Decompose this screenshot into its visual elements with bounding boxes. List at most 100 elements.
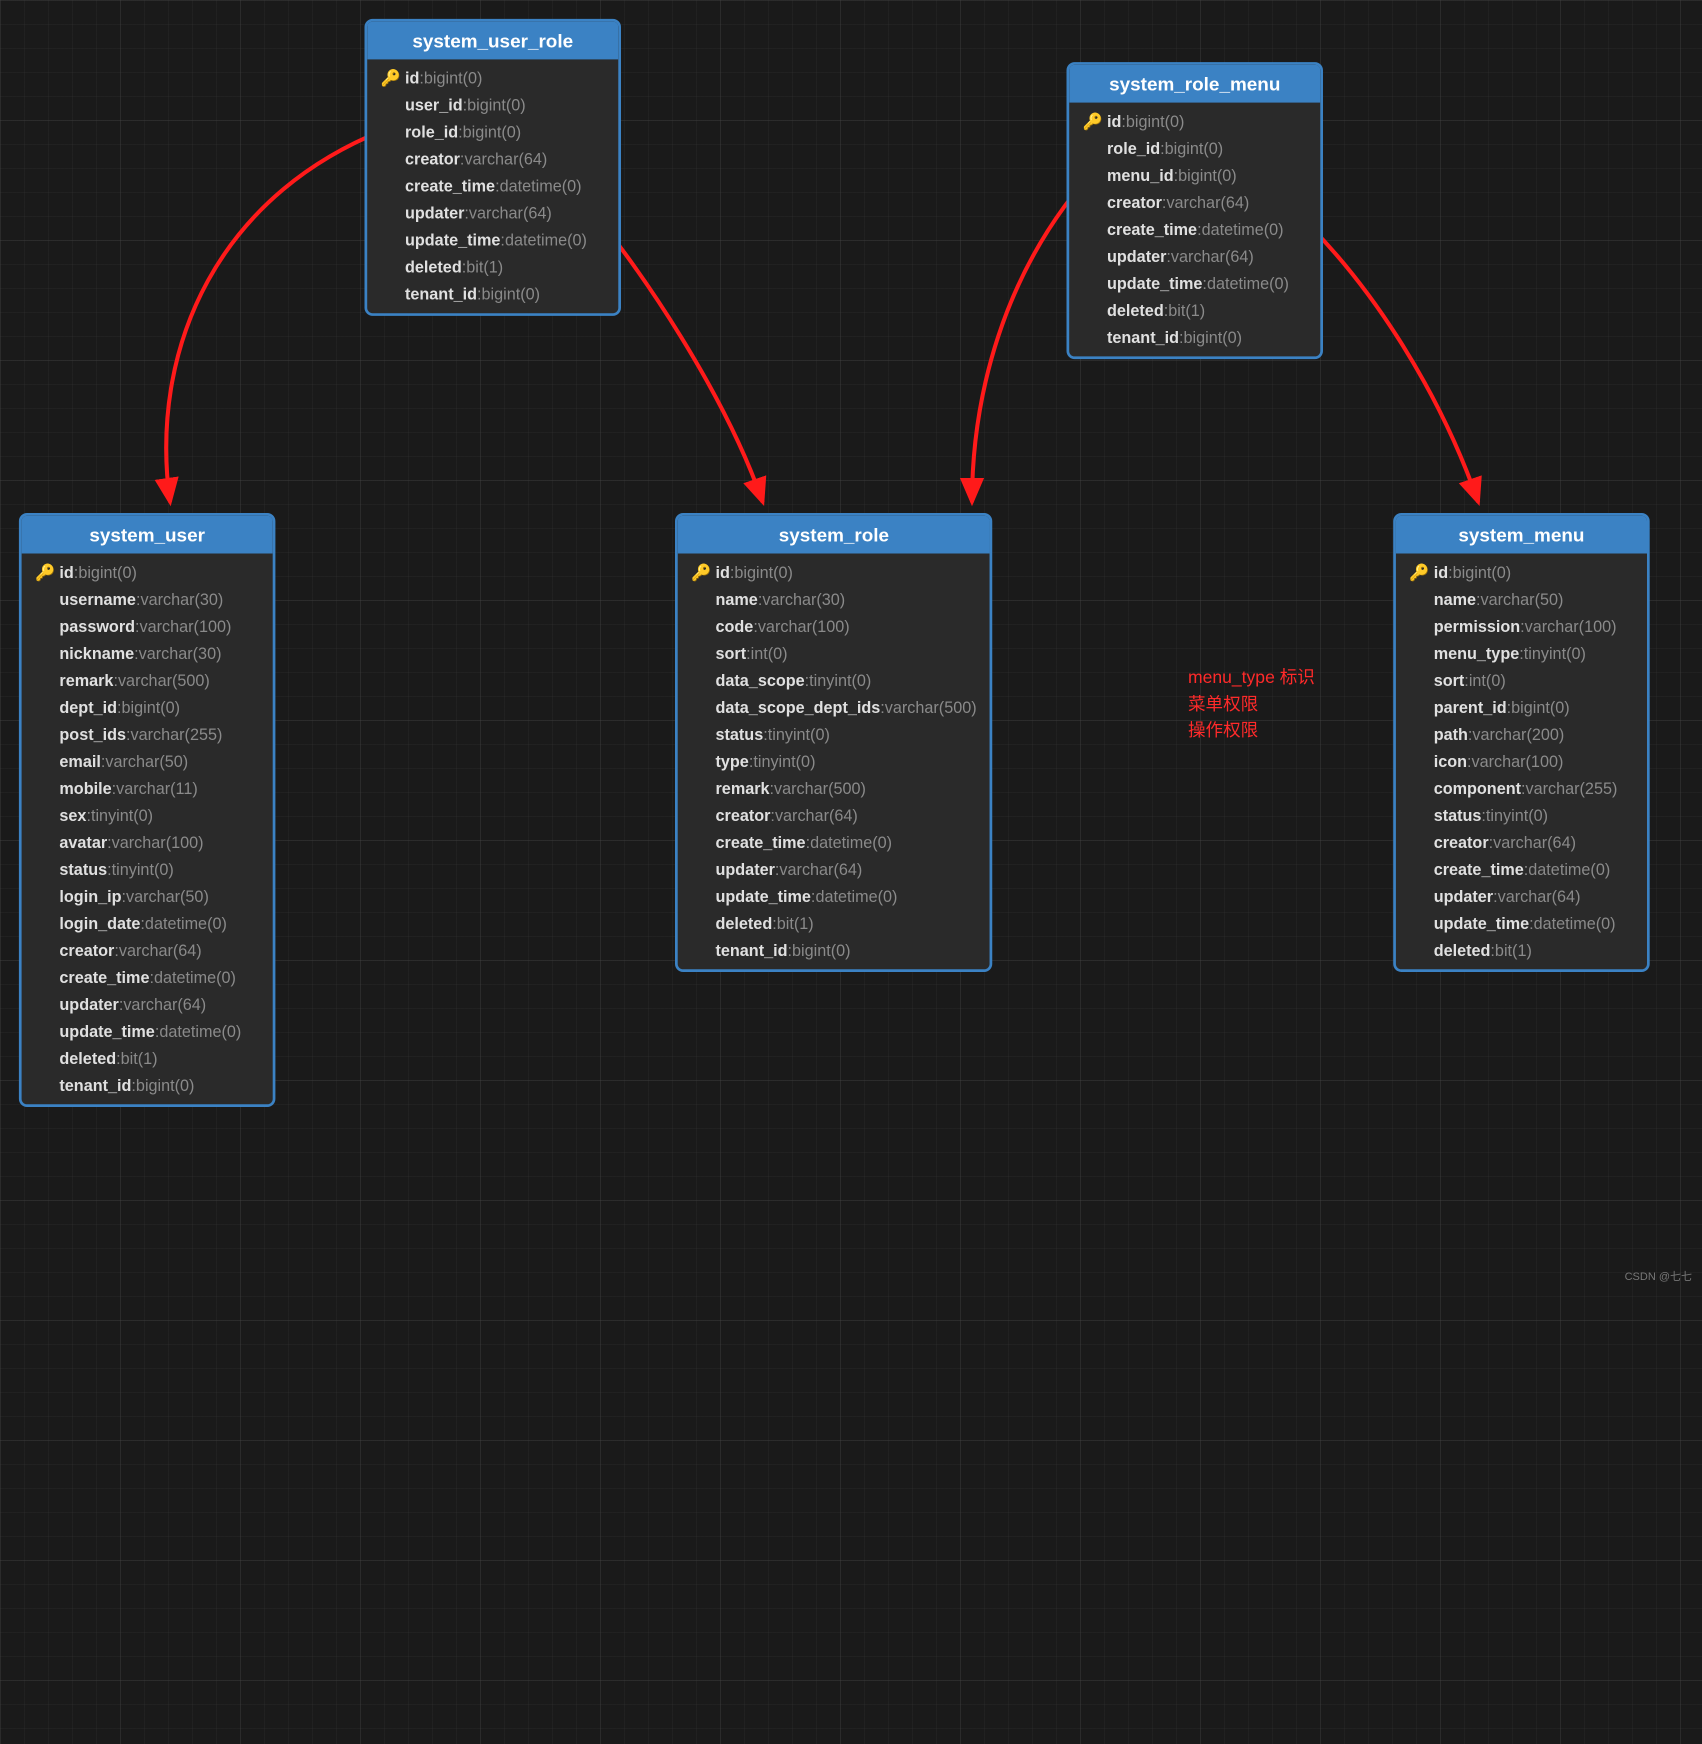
table-field[interactable]: data_scope_dept_ids: varchar(500): [678, 694, 990, 721]
table-field[interactable]: updater: varchar(64): [22, 991, 273, 1018]
field-name: creator: [59, 941, 114, 960]
table-field[interactable]: sort: int(0): [678, 640, 990, 667]
field-type: datetime(0): [1202, 220, 1284, 239]
table-field[interactable]: status: tinyint(0): [678, 721, 990, 748]
table-field[interactable]: remark: varchar(500): [22, 667, 273, 694]
table-field[interactable]: component: varchar(255): [1396, 775, 1647, 802]
diagram-canvas: system_user_role 🔑id: bigint(0)user_id: …: [0, 0, 1702, 1744]
field-name: id: [1107, 112, 1121, 131]
table-field[interactable]: deleted: bit(1): [367, 254, 618, 281]
table-field[interactable]: status: tinyint(0): [1396, 802, 1647, 829]
table-field[interactable]: deleted: bit(1): [1396, 937, 1647, 964]
table-field[interactable]: sort: int(0): [1396, 667, 1647, 694]
table-system-role[interactable]: system_role 🔑id: bigint(0)name: varchar(…: [675, 513, 993, 972]
table-field[interactable]: menu_id: bigint(0): [1069, 162, 1320, 189]
field-name: updater: [59, 995, 118, 1014]
field-type: datetime(0): [1528, 860, 1610, 879]
table-field[interactable]: mobile: varchar(11): [22, 775, 273, 802]
table-field[interactable]: parent_id: bigint(0): [1396, 694, 1647, 721]
field-type: bigint(0): [1511, 698, 1570, 717]
field-name: tenant_id: [716, 941, 788, 960]
field-type: int(0): [751, 644, 788, 663]
table-field[interactable]: creator: varchar(64): [367, 146, 618, 173]
table-field[interactable]: name: varchar(30): [678, 586, 990, 613]
table-system-user[interactable]: system_user 🔑id: bigint(0)username: varc…: [19, 513, 276, 1107]
field-name: name: [1434, 590, 1476, 609]
table-field[interactable]: 🔑id: bigint(0): [678, 559, 990, 586]
table-field[interactable]: create_time: datetime(0): [1396, 856, 1647, 883]
table-field[interactable]: tenant_id: bigint(0): [678, 937, 990, 964]
table-field[interactable]: login_ip: varchar(50): [22, 883, 273, 910]
field-name: deleted: [1434, 941, 1491, 960]
table-field[interactable]: code: varchar(100): [678, 613, 990, 640]
table-field[interactable]: updater: varchar(64): [367, 200, 618, 227]
table-field[interactable]: create_time: datetime(0): [678, 829, 990, 856]
table-field[interactable]: dept_id: bigint(0): [22, 694, 273, 721]
field-name: login_date: [59, 914, 140, 933]
table-field[interactable]: email: varchar(50): [22, 748, 273, 775]
table-field[interactable]: updater: varchar(64): [1396, 883, 1647, 910]
field-type: tinyint(0): [753, 752, 815, 771]
table-field[interactable]: update_time: datetime(0): [367, 227, 618, 254]
annotation-line: 菜单权限: [1188, 691, 1315, 717]
field-name: creator: [405, 150, 460, 169]
table-field[interactable]: password: varchar(100): [22, 613, 273, 640]
table-field[interactable]: updater: varchar(64): [1069, 243, 1320, 270]
table-field[interactable]: create_time: datetime(0): [22, 964, 273, 991]
table-field[interactable]: role_id: bigint(0): [367, 119, 618, 146]
table-system-user-role[interactable]: system_user_role 🔑id: bigint(0)user_id: …: [365, 19, 622, 316]
table-field[interactable]: path: varchar(200): [1396, 721, 1647, 748]
table-field[interactable]: data_scope: tinyint(0): [678, 667, 990, 694]
field-name: sort: [716, 644, 747, 663]
field-name: icon: [1434, 752, 1467, 771]
table-field[interactable]: post_ids: varchar(255): [22, 721, 273, 748]
field-type: varchar(500): [774, 779, 866, 798]
field-type: bigint(0): [424, 69, 483, 88]
table-field[interactable]: tenant_id: bigint(0): [367, 281, 618, 308]
table-field[interactable]: creator: varchar(64): [678, 802, 990, 829]
table-field[interactable]: creator: varchar(64): [1396, 829, 1647, 856]
table-field[interactable]: update_time: datetime(0): [1396, 910, 1647, 937]
table-field[interactable]: avatar: varchar(100): [22, 829, 273, 856]
table-field[interactable]: menu_type: tinyint(0): [1396, 640, 1647, 667]
table-field[interactable]: name: varchar(50): [1396, 586, 1647, 613]
table-field[interactable]: tenant_id: bigint(0): [22, 1072, 273, 1099]
table-field[interactable]: updater: varchar(64): [678, 856, 990, 883]
table-field[interactable]: create_time: datetime(0): [367, 173, 618, 200]
field-type: varchar(100): [140, 617, 232, 636]
table-field[interactable]: deleted: bit(1): [678, 910, 990, 937]
table-field[interactable]: 🔑id: bigint(0): [367, 65, 618, 92]
table-field[interactable]: creator: varchar(64): [22, 937, 273, 964]
table-system-role-menu[interactable]: system_role_menu 🔑id: bigint(0)role_id: …: [1067, 62, 1324, 359]
table-field[interactable]: role_id: bigint(0): [1069, 135, 1320, 162]
table-field[interactable]: sex: tinyint(0): [22, 802, 273, 829]
field-type: datetime(0): [1534, 914, 1616, 933]
table-field[interactable]: tenant_id: bigint(0): [1069, 324, 1320, 351]
table-field[interactable]: update_time: datetime(0): [678, 883, 990, 910]
table-field[interactable]: 🔑id: bigint(0): [1069, 108, 1320, 135]
table-field[interactable]: username: varchar(30): [22, 586, 273, 613]
field-name: update_time: [1107, 274, 1202, 293]
table-field[interactable]: update_time: datetime(0): [1069, 270, 1320, 297]
field-name: type: [716, 752, 749, 771]
table-field[interactable]: 🔑id: bigint(0): [1396, 559, 1647, 586]
table-field[interactable]: nickname: varchar(30): [22, 640, 273, 667]
table-field[interactable]: deleted: bit(1): [22, 1045, 273, 1072]
table-field[interactable]: create_time: datetime(0): [1069, 216, 1320, 243]
table-field[interactable]: login_date: datetime(0): [22, 910, 273, 937]
table-field[interactable]: icon: varchar(100): [1396, 748, 1647, 775]
table-field[interactable]: 🔑id: bigint(0): [22, 559, 273, 586]
field-name: updater: [1434, 887, 1493, 906]
table-field[interactable]: update_time: datetime(0): [22, 1018, 273, 1045]
table-field[interactable]: status: tinyint(0): [22, 856, 273, 883]
table-field[interactable]: permission: varchar(100): [1396, 613, 1647, 640]
table-field[interactable]: remark: varchar(500): [678, 775, 990, 802]
field-type: varchar(64): [775, 806, 858, 825]
table-field[interactable]: type: tinyint(0): [678, 748, 990, 775]
table-field[interactable]: deleted: bit(1): [1069, 297, 1320, 324]
table-field[interactable]: user_id: bigint(0): [367, 92, 618, 119]
table-field[interactable]: creator: varchar(64): [1069, 189, 1320, 216]
field-type: varchar(64): [123, 995, 206, 1014]
field-name: status: [1434, 806, 1482, 825]
table-system-menu[interactable]: system_menu 🔑id: bigint(0)name: varchar(…: [1393, 513, 1650, 972]
